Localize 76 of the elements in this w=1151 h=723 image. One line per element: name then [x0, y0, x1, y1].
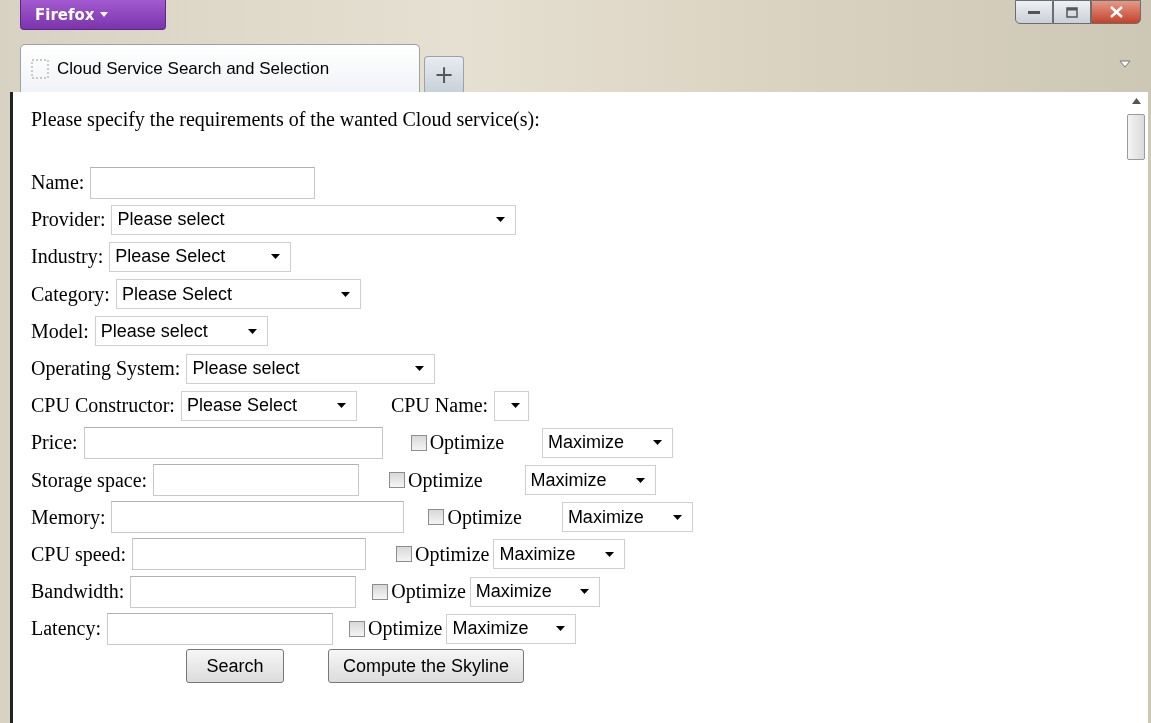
caret-icon: [605, 551, 615, 557]
text-field[interactable]: [106, 612, 333, 645]
caret-icon: [635, 477, 645, 483]
field-label: Storage space:: [31, 468, 148, 492]
dropdown[interactable]: Maximize: [493, 539, 626, 570]
dropdown[interactable]: Please Select: [115, 279, 361, 310]
scroll-thumb[interactable]: [1127, 114, 1145, 160]
checkbox[interactable]: [428, 509, 445, 526]
field-label: CPU Constructor:: [31, 394, 175, 418]
field-label: CPU speed:: [31, 542, 126, 566]
field-label: Price:: [31, 431, 78, 455]
form-button[interactable]: Compute the Skyline: [328, 649, 525, 684]
minimize-button[interactable]: [1015, 0, 1053, 24]
maximize-button[interactable]: [1053, 0, 1091, 24]
checkbox[interactable]: [348, 620, 365, 637]
caret-icon: [556, 626, 566, 632]
form-button[interactable]: Search: [186, 649, 284, 684]
caret-icon: [511, 403, 521, 409]
browser-tab[interactable]: Cloud Service Search and Selection: [20, 44, 420, 92]
blank-page-icon: [31, 58, 49, 79]
text-field[interactable]: [153, 464, 360, 497]
checkbox-label: Optimize: [429, 431, 505, 455]
dropdown[interactable]: Please Select: [180, 390, 357, 421]
checkbox[interactable]: [372, 583, 389, 600]
close-button[interactable]: [1091, 0, 1141, 24]
caret-icon: [340, 291, 350, 297]
scroll-up-icon: [1131, 98, 1141, 104]
checkbox[interactable]: [396, 546, 412, 563]
maximize-icon: [1066, 6, 1078, 18]
field-label: Latency:: [31, 617, 101, 641]
caret-icon: [579, 589, 589, 595]
field-label: Operating System:: [31, 357, 181, 381]
field-label: Name:: [31, 171, 85, 195]
dropdown[interactable]: Maximize: [561, 502, 693, 533]
new-tab-button[interactable]: +: [424, 56, 464, 92]
dropdown[interactable]: Please select: [186, 353, 436, 384]
text-field[interactable]: [111, 501, 405, 534]
caret-icon: [415, 366, 425, 372]
field-label: Model:: [31, 319, 89, 343]
checkbox[interactable]: [410, 434, 427, 451]
checkbox-label: Optimize: [408, 468, 483, 492]
checkbox-label: Optimize: [391, 580, 466, 604]
caret-icon: [100, 12, 109, 17]
field-label: Provider:: [31, 208, 106, 232]
field-label: Bandwidth:: [31, 580, 125, 604]
field-label: Category:: [31, 282, 110, 306]
dropdown[interactable]: Please select: [94, 316, 268, 347]
dropdown[interactable]: Maximize: [446, 613, 577, 644]
field-label: CPU Name:: [390, 394, 489, 418]
close-icon: [1109, 6, 1123, 18]
caret-icon: [271, 254, 281, 260]
app-menu-button[interactable]: Firefox: [20, 0, 166, 30]
caret-icon: [496, 217, 506, 223]
dropdown[interactable]: Maximize: [542, 427, 674, 458]
dropdown[interactable]: [494, 390, 530, 421]
text-field[interactable]: [90, 166, 316, 199]
dropdown[interactable]: Please Select: [109, 241, 292, 272]
intro-text: Please specify the requirements of the wanted Cloud service(s):: [31, 108, 541, 131]
checkbox[interactable]: [389, 472, 406, 489]
text-field[interactable]: [130, 575, 357, 608]
text-field[interactable]: [132, 538, 366, 571]
checkbox-label: Optimize: [447, 505, 522, 529]
caret-icon: [336, 403, 346, 409]
field-label: Memory:: [31, 505, 106, 529]
caret-icon: [247, 328, 257, 334]
caret-icon: [672, 514, 682, 520]
checkbox-label: Optimize: [415, 542, 490, 566]
minimize-icon: [1028, 9, 1040, 15]
field-label: Industry:: [31, 245, 104, 269]
dropdown[interactable]: Please select: [111, 204, 517, 235]
dropdown-arrow-icon[interactable]: [1119, 60, 1131, 68]
dropdown[interactable]: Maximize: [524, 465, 656, 496]
caret-icon: [653, 440, 663, 446]
text-field[interactable]: [83, 426, 383, 459]
dropdown[interactable]: Maximize: [469, 576, 600, 607]
checkbox-label: Optimize: [367, 617, 443, 641]
